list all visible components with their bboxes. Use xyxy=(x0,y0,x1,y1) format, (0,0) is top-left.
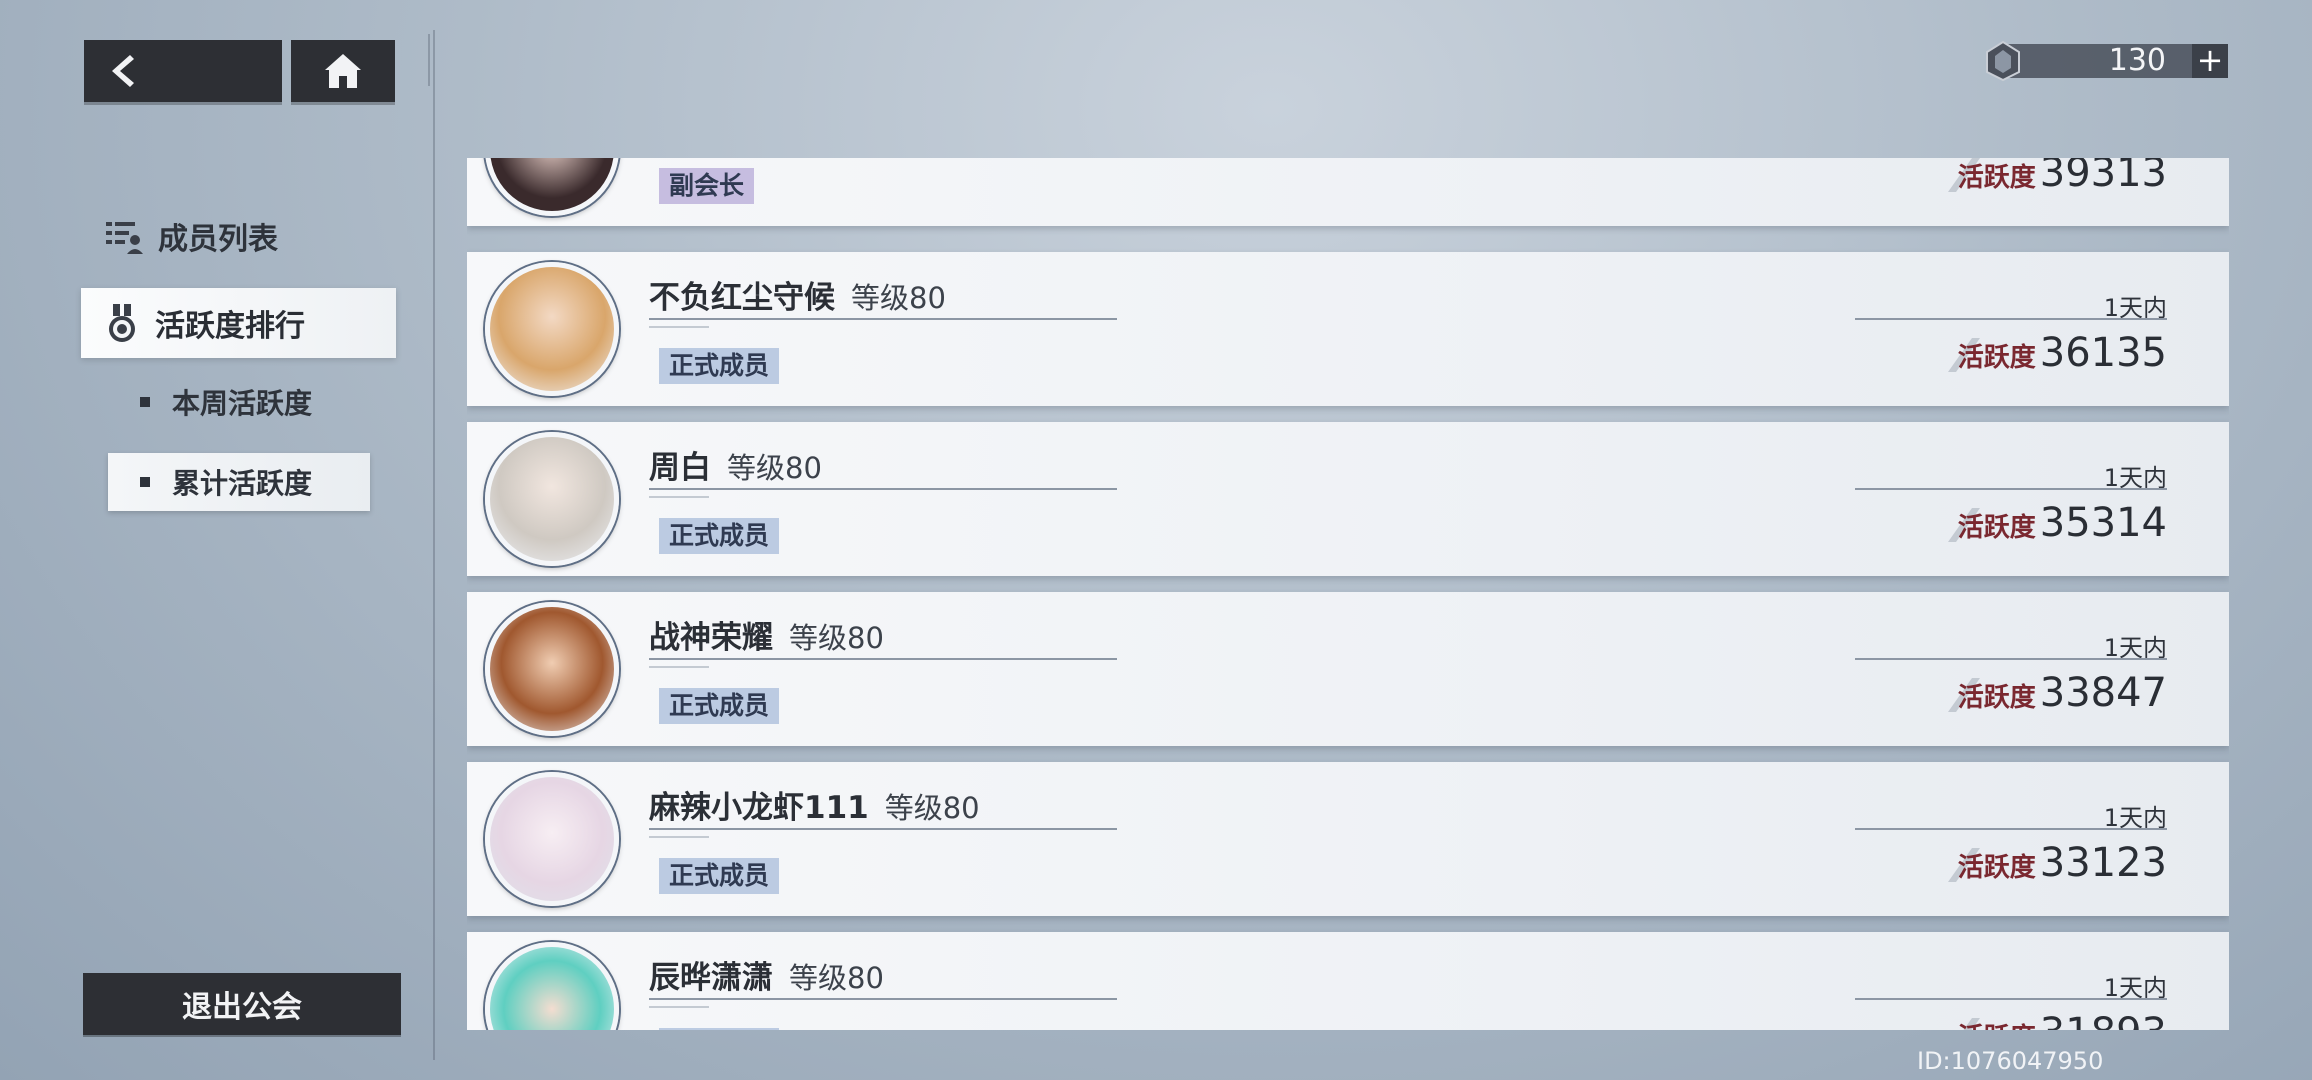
activity-score: 活跃度 39313 xyxy=(1958,158,2167,196)
total-activity-label: 累计活跃度 xyxy=(172,467,313,500)
member-name-row: 辰晔潇潇 等级80 xyxy=(649,952,884,997)
name-underline-accent xyxy=(649,326,709,328)
activity-value: 31893 xyxy=(2040,1010,2167,1030)
weekly-activity-tab[interactable]: 本周活跃度 xyxy=(108,373,370,431)
member-avatar xyxy=(485,772,619,906)
currency-value: 130 xyxy=(2108,43,2166,78)
weekly-activity-label: 本周活跃度 xyxy=(172,387,313,420)
time-underline xyxy=(1855,488,2167,490)
activity-score: 活跃度 33123 xyxy=(1958,840,2167,886)
quit-guild-button[interactable]: 退出公会 xyxy=(83,973,401,1035)
name-underline xyxy=(649,998,1117,1000)
member-name-row: 周白 等级80 xyxy=(649,442,822,487)
member-name-row: 麻辣小龙虾111 等级80 xyxy=(649,782,980,827)
member-role-badge: 正式成员 xyxy=(659,1028,780,1030)
activity-label: 活跃度 xyxy=(1957,853,2036,883)
member-row[interactable]: 辰晔潇潇 等级80 正式成员 1天内 活跃度 31893 xyxy=(467,932,2229,1030)
back-button[interactable] xyxy=(84,40,282,102)
member-name: 战神荣耀 xyxy=(649,620,773,656)
member-list-label: 成员列表 xyxy=(158,222,278,257)
currency-bar xyxy=(2005,44,2205,78)
member-avatar xyxy=(485,262,619,396)
back-arrow-icon xyxy=(112,55,134,87)
quit-guild-label: 退出公会 xyxy=(182,990,302,1025)
currency-display: 130 + xyxy=(1983,40,2228,82)
activity-label: 活跃度 xyxy=(1957,513,2036,543)
member-row[interactable]: 周白 等级80 正式成员 1天内 活跃度 35314 xyxy=(467,422,2229,576)
member-row[interactable]: 副会长 活跃度 39313 xyxy=(467,158,2229,226)
time-underline xyxy=(1855,828,2167,830)
member-role-badge: 正式成员 xyxy=(659,858,780,894)
activity-score: 活跃度 36135 xyxy=(1958,330,2167,376)
add-currency-button[interactable]: + xyxy=(2192,44,2228,78)
member-role-badge: 副会长 xyxy=(659,168,755,204)
activity-score: 活跃度 35314 xyxy=(1958,500,2167,546)
activity-label: 活跃度 xyxy=(1957,343,2036,373)
member-role-badge: 正式成员 xyxy=(659,518,780,554)
member-name-row: 不负红尘守候 等级80 xyxy=(649,272,946,317)
divider-tick xyxy=(428,34,440,86)
member-list-icon xyxy=(106,222,143,254)
sidebar-divider xyxy=(433,30,435,1060)
activity-score: 活跃度 33847 xyxy=(1958,670,2167,716)
member-avatar xyxy=(485,432,619,566)
name-underline xyxy=(649,828,1117,830)
name-underline-accent xyxy=(649,836,709,838)
time-underline xyxy=(1855,318,2167,320)
member-level: 等级80 xyxy=(789,961,884,995)
member-level: 等级80 xyxy=(851,281,946,315)
name-underline xyxy=(649,658,1117,660)
member-avatar xyxy=(485,942,619,1030)
member-level: 等级80 xyxy=(884,791,980,825)
member-avatar xyxy=(485,602,619,736)
member-role-badge: 正式成员 xyxy=(659,348,780,384)
member-name: 辰晔潇潇 xyxy=(649,960,773,996)
member-role-badge: 正式成员 xyxy=(659,688,780,724)
member-level: 等级80 xyxy=(727,451,822,485)
name-underline-accent xyxy=(649,666,709,668)
activity-value: 39313 xyxy=(2039,158,2167,196)
player-id: ID:1076047950 xyxy=(1917,1047,2104,1075)
member-row[interactable]: 麻辣小龙虾111 等级80 正式成员 1天内 活跃度 33123 xyxy=(467,762,2229,916)
member-name-row: 战神荣耀 等级80 xyxy=(649,612,884,657)
medal-icon xyxy=(109,304,135,342)
name-underline-accent xyxy=(649,1006,709,1008)
time-underline xyxy=(1855,658,2167,660)
home-button[interactable] xyxy=(291,40,395,102)
member-name: 麻辣小龙虾111 xyxy=(649,790,869,826)
bullet-icon xyxy=(140,477,150,487)
bullet-icon xyxy=(140,397,150,407)
activity-ranking-label: 活跃度排行 xyxy=(155,309,305,344)
activity-ranking-tab[interactable]: 活跃度排行 xyxy=(81,288,396,358)
member-name: 不负红尘守候 xyxy=(649,280,835,316)
member-row[interactable]: 战神荣耀 等级80 正式成员 1天内 活跃度 33847 xyxy=(467,592,2229,746)
member-list-nav[interactable]: 成员列表 xyxy=(104,214,278,258)
name-underline-accent xyxy=(649,496,709,498)
member-avatar xyxy=(485,158,619,216)
name-underline xyxy=(649,488,1117,490)
home-icon xyxy=(325,54,361,88)
activity-value: 33847 xyxy=(2039,670,2167,716)
activity-label: 活跃度 xyxy=(1958,1017,2036,1030)
activity-label: 活跃度 xyxy=(1957,163,2036,193)
member-name: 周白 xyxy=(649,450,711,486)
activity-value: 33123 xyxy=(2039,840,2167,886)
activity-score: 活跃度 31893 xyxy=(1958,1010,2167,1030)
total-activity-tab[interactable]: 累计活跃度 xyxy=(108,453,370,511)
time-underline xyxy=(1855,998,2167,1000)
activity-value: 36135 xyxy=(2039,330,2167,376)
member-level: 等级80 xyxy=(789,621,884,655)
member-ranking-list[interactable]: 副会长 活跃度 39313 不负红尘守候 等级80 正式成员 1天内 活跃度 3… xyxy=(467,158,2229,1030)
name-underline xyxy=(649,318,1117,320)
activity-label: 活跃度 xyxy=(1957,683,2036,713)
member-row[interactable]: 不负红尘守候 等级80 正式成员 1天内 活跃度 36135 xyxy=(467,252,2229,406)
stamina-icon xyxy=(1986,40,2020,82)
activity-value: 35314 xyxy=(2039,500,2167,546)
